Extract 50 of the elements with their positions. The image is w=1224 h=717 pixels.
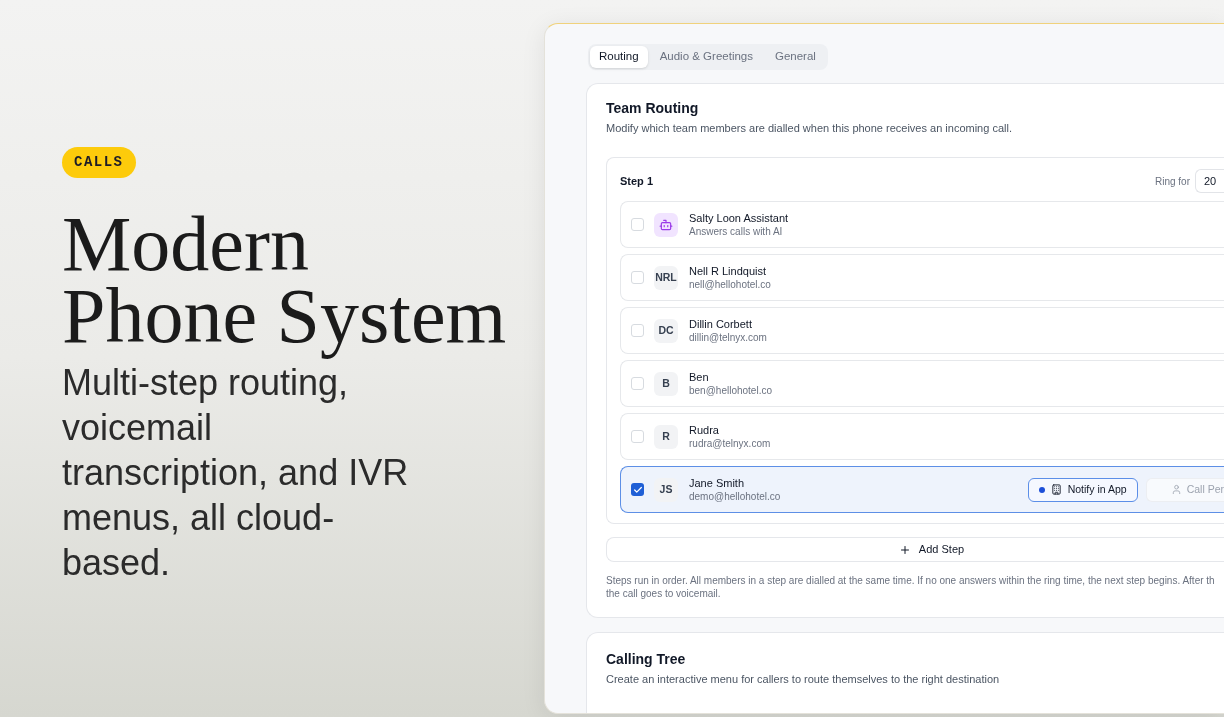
help-text: the call goes to voicemail. (606, 587, 722, 600)
notify-button[interactable]: Notify in App (1027, 477, 1138, 502)
step-title: Step 1 (620, 173, 653, 189)
tab[interactable]: General (765, 46, 826, 68)
member-row[interactable]: NRL Nell R Lindquist nell@hellohotel.co (620, 254, 1224, 301)
member-row[interactable]: DC Dillin Corbett dillin@telnyx.com (620, 307, 1224, 354)
checkbox[interactable] (631, 324, 644, 337)
robot-icon (654, 212, 678, 237)
member-row[interactable]: JS Jane Smith demo@hellohotel.co Notify in App Call Per (620, 466, 1224, 513)
avatar: JS (654, 477, 678, 502)
section-description: Modify which team members are dialled when this phone receives an incoming call. (606, 121, 1013, 136)
member-name: Nell R Lindquist (689, 264, 768, 278)
section-title: Calling Tree (606, 650, 687, 669)
tab[interactable]: Routing (590, 46, 648, 68)
member-name: Dillin Corbett (689, 317, 753, 331)
avatar: B (654, 371, 678, 396)
avatar: R (654, 424, 678, 449)
help-text: Steps run in order. All members in a step are dialled at the same time. If no one answers within the ring time, the next step begins. After th (606, 574, 1216, 587)
member-row[interactable]: R Rudra rudra@telnyx.com (620, 413, 1224, 460)
plus-icon (898, 543, 911, 556)
add-step-button[interactable]: Add Step (606, 537, 1224, 562)
member-email: rudra@telnyx.com (689, 437, 771, 450)
category-badge: CALLS (62, 147, 136, 178)
tab[interactable]: Audio & Greetings (649, 46, 763, 68)
member-email: ben@hellohotel.co (689, 384, 772, 397)
member-row[interactable]: B Ben ben@hellohotel.co (620, 360, 1224, 407)
hero-heading: Modern Phone System (62, 204, 508, 361)
member-row[interactable]: Salty Loon Assistant Answers calls with AI (620, 201, 1224, 248)
checkbox[interactable] (631, 483, 644, 496)
hero-subtitle: Multi-step routing, voicemail transcription, and IVR menus, all cloud-based. (62, 361, 410, 585)
ring-label: Ring for (1155, 174, 1190, 189)
section-description: Create an interactive menu for callers to route themselves to the right destination (606, 672, 1001, 687)
member-name: Rudra (689, 423, 720, 437)
section-title: Team Routing (606, 99, 700, 118)
member-email: Answers calls with AI (689, 225, 784, 238)
member-email: dillin@telnyx.com (689, 331, 767, 344)
avatar: NRL (654, 265, 678, 290)
member-name: Salty Loon Assistant (689, 211, 789, 225)
member-name: Ben (689, 370, 710, 384)
avatar: DC (654, 318, 678, 343)
checkbox[interactable] (631, 430, 644, 443)
ring-duration-field[interactable]: 20 (1195, 169, 1224, 193)
checkbox[interactable] (631, 271, 644, 284)
checkbox[interactable] (631, 377, 644, 390)
person-icon (1170, 484, 1182, 495)
member-email: demo@hellohotel.co (689, 490, 781, 503)
member-name: Jane Smith (689, 476, 746, 490)
building-icon (1050, 484, 1062, 495)
checkbox[interactable] (631, 218, 644, 231)
member-email: nell@hellohotel.co (689, 278, 771, 291)
